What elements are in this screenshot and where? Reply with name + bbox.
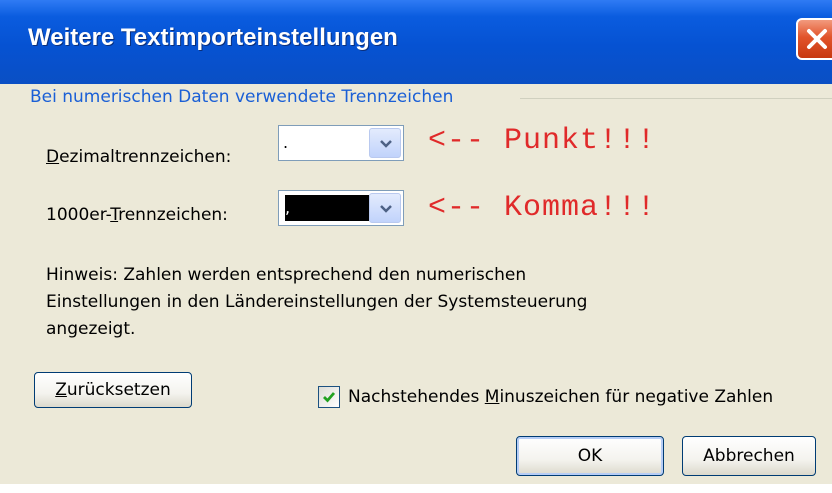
thousands-dropdown-button[interactable] [369,193,401,223]
group-label: Bei numerischen Daten verwendete Trennze… [30,87,454,107]
trailing-minus-label[interactable]: Nachstehendes Minuszeichen für negative … [348,387,773,407]
thousands-separator-value: , [285,195,369,221]
thousands-separator-label: 1000er-Trennzeichen: [46,205,228,225]
thousands-separator-combo[interactable]: , [278,190,404,226]
decimal-annotation: <-- Punkt!!! [428,124,657,158]
bottom-edge [0,484,832,493]
reset-button[interactable]: Zurücksetzen [34,372,192,408]
trailing-minus-checkbox[interactable] [318,386,340,408]
hint-line-2: Einstellungen in den Ländereinstellungen… [46,292,588,312]
chevron-down-icon [380,140,392,148]
thousands-annotation: <-- Komma!!! [428,191,657,225]
hint-line-3: angezeigt. [46,319,136,339]
decimal-separator-label: Dezimaltrennzeichen: [46,147,232,167]
chevron-down-icon [380,205,392,213]
decimal-separator-combo[interactable]: . [278,125,404,161]
title-bar[interactable]: Weitere Textimporteinstellungen [0,0,832,84]
close-icon [807,29,827,49]
check-icon [323,392,336,403]
close-button[interactable] [796,18,832,60]
cancel-button[interactable]: Abbrechen [682,436,816,476]
hint-text: Hinweis: Zahlen werden entsprechend den … [46,262,746,343]
window-title: Weitere Textimporteinstellungen [28,24,398,51]
hint-line-1: Hinweis: Zahlen werden entsprechend den … [46,265,527,285]
decimal-dropdown-button[interactable] [369,128,401,158]
ok-button[interactable]: OK [516,436,664,476]
group-divider [520,98,832,99]
decimal-separator-value: . [283,133,289,152]
